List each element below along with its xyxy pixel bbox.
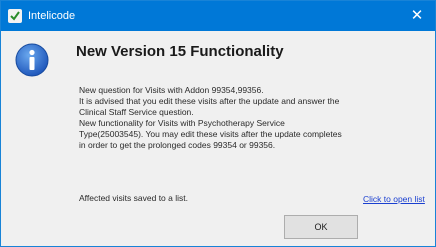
title-bar[interactable]: Intelicode ✕ (1, 1, 435, 31)
dialog-content: New Version 15 Functionality New questio… (1, 31, 435, 246)
close-button[interactable]: ✕ (399, 1, 435, 31)
message-line: New functionality for Visits with Psycho… (79, 118, 342, 150)
message-line: New question for Visits with Addon 99354… (79, 85, 264, 95)
affected-visits-text: Affected visits saved to a list. (79, 193, 188, 203)
app-icon (8, 9, 22, 23)
window-title: Intelicode (28, 10, 76, 22)
dialog-heading: New Version 15 Functionality (76, 43, 284, 60)
dialog-message: New question for Visits with Addon 99354… (79, 85, 349, 151)
open-list-link[interactable]: Click to open list (363, 194, 425, 205)
message-line: It is advised that you edit these visits… (79, 96, 340, 117)
dialog-window: Intelicode ✕ New Version 15 Functionalit… (0, 0, 436, 247)
ok-button[interactable]: OK (284, 215, 358, 239)
info-icon (15, 43, 49, 77)
